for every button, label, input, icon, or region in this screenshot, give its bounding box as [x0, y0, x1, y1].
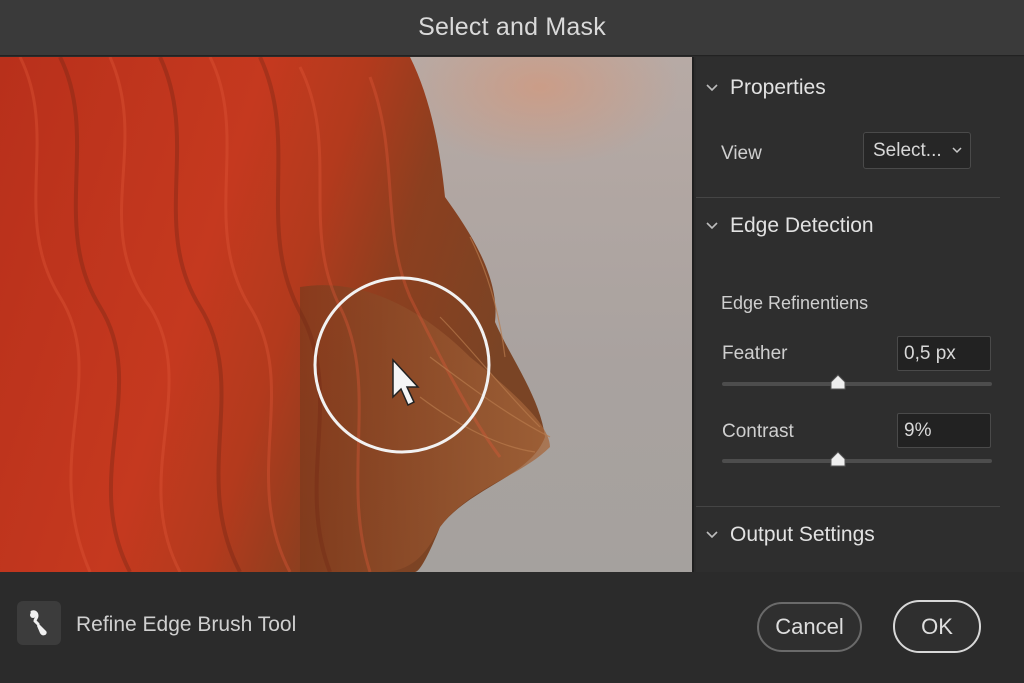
preview-canvas[interactable]: [0, 57, 694, 572]
contrast-input[interactable]: [897, 413, 991, 448]
edge-detection-heading: Edge Detection: [730, 214, 874, 237]
feather-input[interactable]: [897, 336, 991, 371]
active-tool-label: Refine Edge Brush Tool: [76, 613, 297, 636]
title-bar: Select and Mask: [0, 0, 1024, 56]
output-settings-section-header[interactable]: Output Settings: [696, 520, 1024, 550]
view-select[interactable]: Select...: [863, 132, 971, 169]
chevron-down-icon: [706, 531, 718, 539]
properties-panel: Properties View Select... Edge Detection…: [696, 57, 1024, 572]
properties-heading: Properties: [730, 76, 826, 99]
contrast-slider[interactable]: [722, 451, 992, 467]
contrast-slider-thumb[interactable]: [829, 451, 847, 467]
edge-refinement-subheading: Edge Refinentiens: [721, 293, 869, 313]
feather-label: Feather: [722, 343, 788, 364]
refine-edge-brush-icon[interactable]: [17, 601, 61, 645]
chevron-down-icon: [952, 147, 962, 154]
ok-button[interactable]: OK: [893, 600, 981, 653]
edge-detection-section-header[interactable]: Edge Detection: [696, 211, 1024, 241]
feather-slider-thumb[interactable]: [829, 374, 847, 390]
contrast-label: Contrast: [722, 421, 794, 442]
view-label: View: [721, 143, 762, 164]
dialog-title: Select and Mask: [418, 13, 606, 41]
properties-section-header[interactable]: Properties: [696, 73, 1024, 103]
section-divider: [696, 197, 1000, 198]
feather-slider[interactable]: [722, 374, 992, 390]
chevron-down-icon: [706, 84, 718, 92]
output-settings-heading: Output Settings: [730, 523, 875, 546]
section-divider: [696, 506, 1000, 507]
ok-button-label: OK: [921, 613, 953, 639]
cancel-button[interactable]: Cancel: [757, 602, 862, 652]
cancel-button-label: Cancel: [775, 614, 844, 639]
view-select-value: Select...: [873, 139, 942, 161]
chevron-down-icon: [706, 222, 718, 230]
hair-photo: [0, 57, 551, 572]
